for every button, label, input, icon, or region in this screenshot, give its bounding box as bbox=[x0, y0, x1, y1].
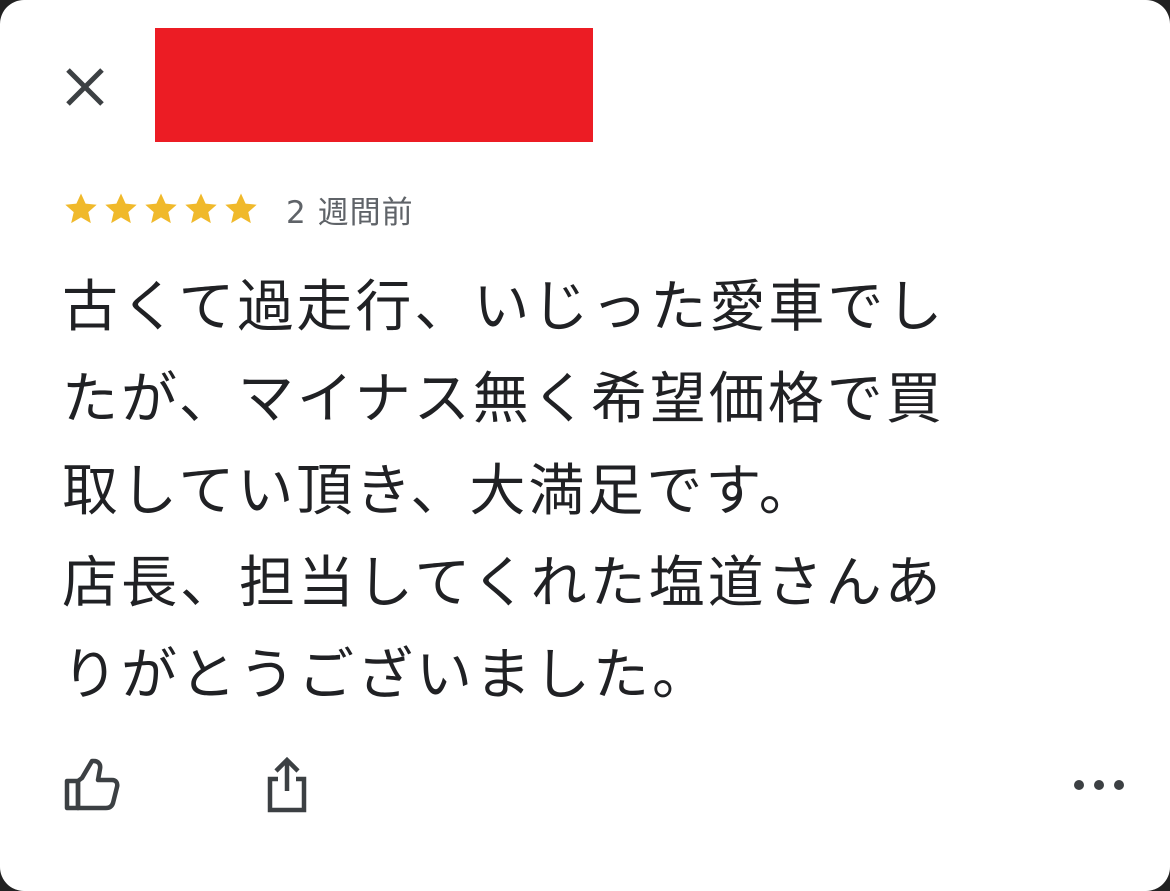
star-icon bbox=[65, 193, 97, 224]
star-rating bbox=[62, 190, 260, 228]
review-text: 古くて過走行、いじった愛車でし たが、マイナス無く希望価格で買 取してい頂き、大… bbox=[62, 275, 946, 708]
star-icon bbox=[185, 193, 217, 224]
thumbs-up-icon bbox=[64, 758, 120, 811]
star-icon bbox=[105, 193, 137, 224]
share-icon bbox=[267, 756, 307, 813]
review-card: 2 週間前 古くて過走行、いじった愛車でし たが、マイナス無く希望価格で買 取し… bbox=[0, 0, 1170, 891]
star-icon bbox=[145, 193, 177, 224]
review-meta: 2 週間前 bbox=[62, 186, 414, 232]
redacted-reviewer-name bbox=[155, 28, 593, 142]
star-icon bbox=[225, 193, 257, 224]
more-horizontal-icon bbox=[1074, 780, 1124, 790]
more-options-button[interactable] bbox=[1066, 760, 1132, 810]
close-button[interactable] bbox=[60, 62, 110, 112]
share-button[interactable] bbox=[254, 752, 320, 818]
close-icon bbox=[66, 68, 104, 106]
review-timestamp: 2 週間前 bbox=[286, 194, 414, 231]
like-button[interactable] bbox=[58, 752, 124, 818]
